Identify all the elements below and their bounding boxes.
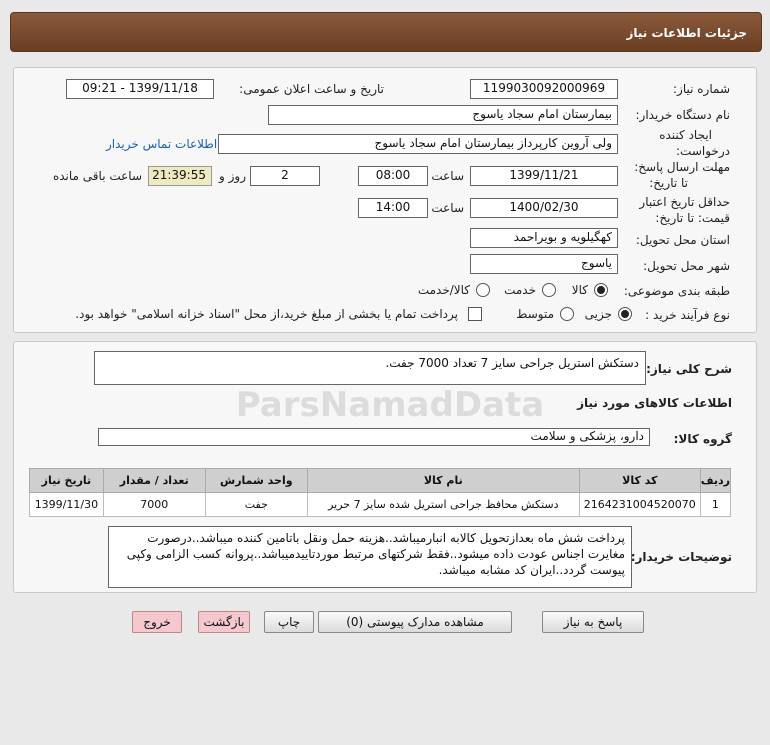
category-service-label: خدمت <box>504 283 536 297</box>
summary-field: دستکش استریل جراحی سایز 7 تعداد 7000 جفت… <box>94 351 646 385</box>
deadline-time-label: ساعت <box>431 169 464 183</box>
category-goods-radio[interactable] <box>594 283 608 297</box>
validity-time-label: ساعت <box>431 201 464 215</box>
category-service-radio[interactable] <box>542 283 556 297</box>
process-label: نوع فرآیند خرید : <box>645 308 730 322</box>
buyer-org-field: بیمارستان امام سجاد یاسوج <box>268 105 618 125</box>
row-code: 2164231004520070 <box>578 492 701 517</box>
row-unit: جفت <box>204 492 308 517</box>
requester-label-1: ایجاد کننده <box>659 128 712 142</box>
row-name: دستکش محافظ جراحی استریل شده سایز 7 حریر <box>306 492 580 517</box>
category-label: طبقه بندی موضوعی: <box>623 284 730 298</box>
contact-buyer-link[interactable]: اطلاعات تماس خریدار <box>106 137 217 151</box>
print-button[interactable]: چاپ <box>264 611 314 633</box>
col-unit: واحد شمارش <box>204 468 308 493</box>
goods-table-header: ردیف کد کالا نام کالا واحد شمارش تعداد /… <box>29 468 732 493</box>
remaining-label: ساعت باقی مانده <box>52 169 142 183</box>
category-goods-service-label: کالا/خدمت <box>417 283 470 297</box>
col-code: کد کالا <box>578 468 701 493</box>
requester-label-2: درخواست: <box>676 144 730 158</box>
announce-label: تاریخ و ساعت اعلان عمومی: <box>239 82 384 96</box>
view-docs-button[interactable]: مشاهده مدارک پیوستی (0) <box>318 611 512 633</box>
days-field: 2 <box>250 166 320 186</box>
row-number: 1 <box>699 492 732 517</box>
deadline-label-2: تا تاریخ: <box>649 176 688 190</box>
validity-time-field: 14:00 <box>358 198 428 218</box>
requester-field: ولی آروین کارپرداز بیمارستان امام سجاد ی… <box>218 134 618 154</box>
col-date: تاریخ نیاز <box>29 468 104 493</box>
goods-table: ردیف کد کالا نام کالا واحد شمارش تعداد /… <box>29 468 732 517</box>
province-label: استان محل تحویل: <box>635 233 730 247</box>
notes-field: پرداخت شش ماه بعدازتحویل کالابه انبارمیب… <box>108 526 632 588</box>
city-label: شهر محل تحویل: <box>643 259 730 273</box>
process-minor-radio[interactable] <box>618 307 632 321</box>
row-qty: 7000 <box>102 492 206 517</box>
validity-label-2: قیمت: تا تاریخ: <box>655 211 730 225</box>
goods-group-field: دارو، پزشکی و سلامت <box>98 428 650 446</box>
remaining-time-field: 21:39:55 <box>148 166 212 186</box>
col-qty: تعداد / مقدار <box>102 468 206 493</box>
summary-label: شرح کلی نیاز: <box>646 362 732 376</box>
city-field: یاسوج <box>470 254 618 274</box>
notes-label: توضیحات خریدار: <box>630 550 732 564</box>
validity-label-1: حداقل تاریخ اعتبار <box>639 195 730 209</box>
deadline-label-1: مهلت ارسال پاسخ: <box>634 160 730 174</box>
category-goods-service-radio[interactable] <box>476 283 490 297</box>
need-number-field: 1199030092000969 <box>470 79 618 99</box>
treasury-payment-note: پرداخت تمام یا بخشی از مبلغ خرید،از محل … <box>75 307 458 321</box>
exit-button[interactable]: خروج <box>132 611 182 633</box>
goods-group-label: گروه کالا: <box>673 432 732 446</box>
back-button[interactable]: بازگشت <box>198 611 250 633</box>
process-medium-radio[interactable] <box>560 307 574 321</box>
col-row: ردیف <box>699 468 732 493</box>
province-field: کهگیلویه و بویراحمد <box>470 228 618 248</box>
page-title: جزئیات اطلاعات نیاز <box>626 26 747 40</box>
buyer-org-label: نام دستگاه خریدار: <box>635 108 731 122</box>
table-row: 1 2164231004520070 دستکش محافظ جراحی است… <box>29 492 732 517</box>
category-goods-label: کالا <box>571 283 588 297</box>
goods-section-title: اطلاعات کالاهای مورد نیاز <box>577 396 732 410</box>
reply-button[interactable]: پاسخ به نیاز <box>542 611 644 633</box>
col-name: نام کالا <box>306 468 580 493</box>
deadline-date-field: 1399/11/21 <box>470 166 618 186</box>
announce-field: 1399/11/18 - 09:21 <box>66 79 214 99</box>
days-label: روز و <box>219 169 246 183</box>
process-minor-label: جزیی <box>584 307 612 321</box>
process-medium-label: متوسط <box>516 307 554 321</box>
validity-date-field: 1400/02/30 <box>470 198 618 218</box>
need-number-label: شماره نیاز: <box>673 82 730 96</box>
deadline-time-field: 08:00 <box>358 166 428 186</box>
row-date: 1399/11/30 <box>29 492 104 517</box>
page-header: جزئیات اطلاعات نیاز <box>10 12 762 52</box>
treasury-payment-checkbox[interactable] <box>468 307 482 321</box>
